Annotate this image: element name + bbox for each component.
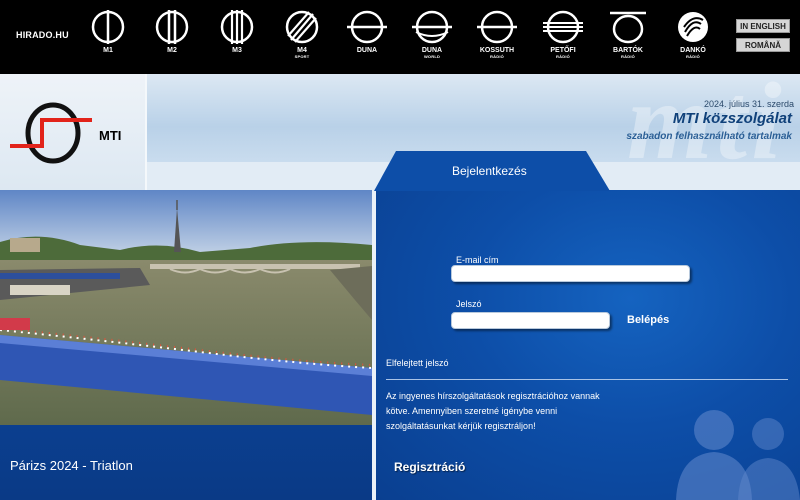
petofi-radio-logo-icon	[543, 10, 583, 44]
login-button[interactable]: Belépés	[627, 314, 669, 326]
duna-world-logo-icon	[412, 10, 452, 44]
email-label: E-mail cím	[456, 255, 499, 265]
login-separator	[386, 379, 788, 380]
feature-caption[interactable]: Párizs 2024 - Triatlon	[10, 458, 133, 473]
channel-sub: SPORT	[294, 54, 310, 59]
m2-logo-icon	[155, 10, 189, 44]
channel-name: M4	[297, 47, 307, 54]
mti-logo-text: MTI	[99, 128, 122, 143]
register-button[interactable]: Regisztráció	[394, 460, 465, 474]
channel-duna-world-link[interactable]: DUNA WORLD	[402, 8, 462, 68]
channel-m4-sport-link[interactable]: M4 SPORT	[272, 8, 332, 68]
duna-logo-icon	[347, 10, 387, 44]
channel-name: M3	[232, 47, 242, 54]
channel-name: KOSSUTH	[479, 47, 515, 54]
danko-radio-logo-icon	[678, 12, 708, 42]
mti-logo-icon[interactable]	[8, 100, 108, 180]
channel-petofi-link[interactable]: PETŐFI RÁDIÓ	[533, 8, 593, 68]
channel-name: M2	[167, 47, 177, 54]
password-label: Jelszó	[456, 299, 482, 309]
channel-m2-link[interactable]: M2	[142, 8, 202, 68]
logo-panel: MTI	[0, 74, 145, 190]
lang-english-button[interactable]: IN ENGLISH	[736, 19, 790, 33]
channel-name: DUNA	[356, 47, 378, 54]
channel-name: DANKÓ	[680, 47, 706, 54]
channel-name: BARTÓK	[613, 47, 643, 54]
lang-romanian-button[interactable]: ROMÂNĂ	[736, 38, 790, 52]
triathlon-photo-image	[0, 190, 372, 425]
header-subtitle: szabadon felhasználható tartalmak	[626, 131, 792, 142]
channel-name: PETŐFI	[550, 47, 576, 54]
login-tab-label: Bejelentkezés	[452, 164, 527, 178]
channel-name: DUNA	[421, 47, 443, 54]
m1-logo-icon	[91, 10, 125, 44]
password-field[interactable]	[451, 312, 610, 329]
channel-sub: RÁDIÓ	[490, 54, 504, 59]
header-title: MTI közszolgálat	[672, 110, 792, 127]
channel-m1-link[interactable]: M1	[78, 8, 138, 68]
hirado-home-link[interactable]: HIRADO.HU	[16, 30, 69, 40]
m3-logo-icon	[220, 10, 254, 44]
current-date: 2024. július 31. szerda	[703, 99, 794, 109]
channel-kossuth-link[interactable]: KOSSUTH RÁDIÓ	[467, 8, 527, 68]
email-field[interactable]	[451, 265, 690, 282]
channel-sub: WORLD	[423, 54, 441, 59]
people-silhouette-icon	[676, 410, 800, 500]
kossuth-radio-logo-icon	[477, 10, 517, 44]
channel-duna-link[interactable]: DUNA	[337, 8, 397, 68]
forgot-password-link[interactable]: Elfelejtett jelszó	[386, 358, 449, 368]
registration-info-text: Az ingyenes hírszolgáltatások regisztrác…	[386, 391, 600, 431]
channel-m3-link[interactable]: M3	[207, 8, 267, 68]
m4-sport-logo-icon	[285, 10, 319, 44]
channel-sub: RÁDIÓ	[556, 54, 570, 59]
feature-photo[interactable]	[0, 190, 372, 425]
login-panel	[376, 190, 800, 500]
bartok-radio-logo-icon	[610, 11, 646, 44]
channel-name: M1	[103, 47, 113, 54]
